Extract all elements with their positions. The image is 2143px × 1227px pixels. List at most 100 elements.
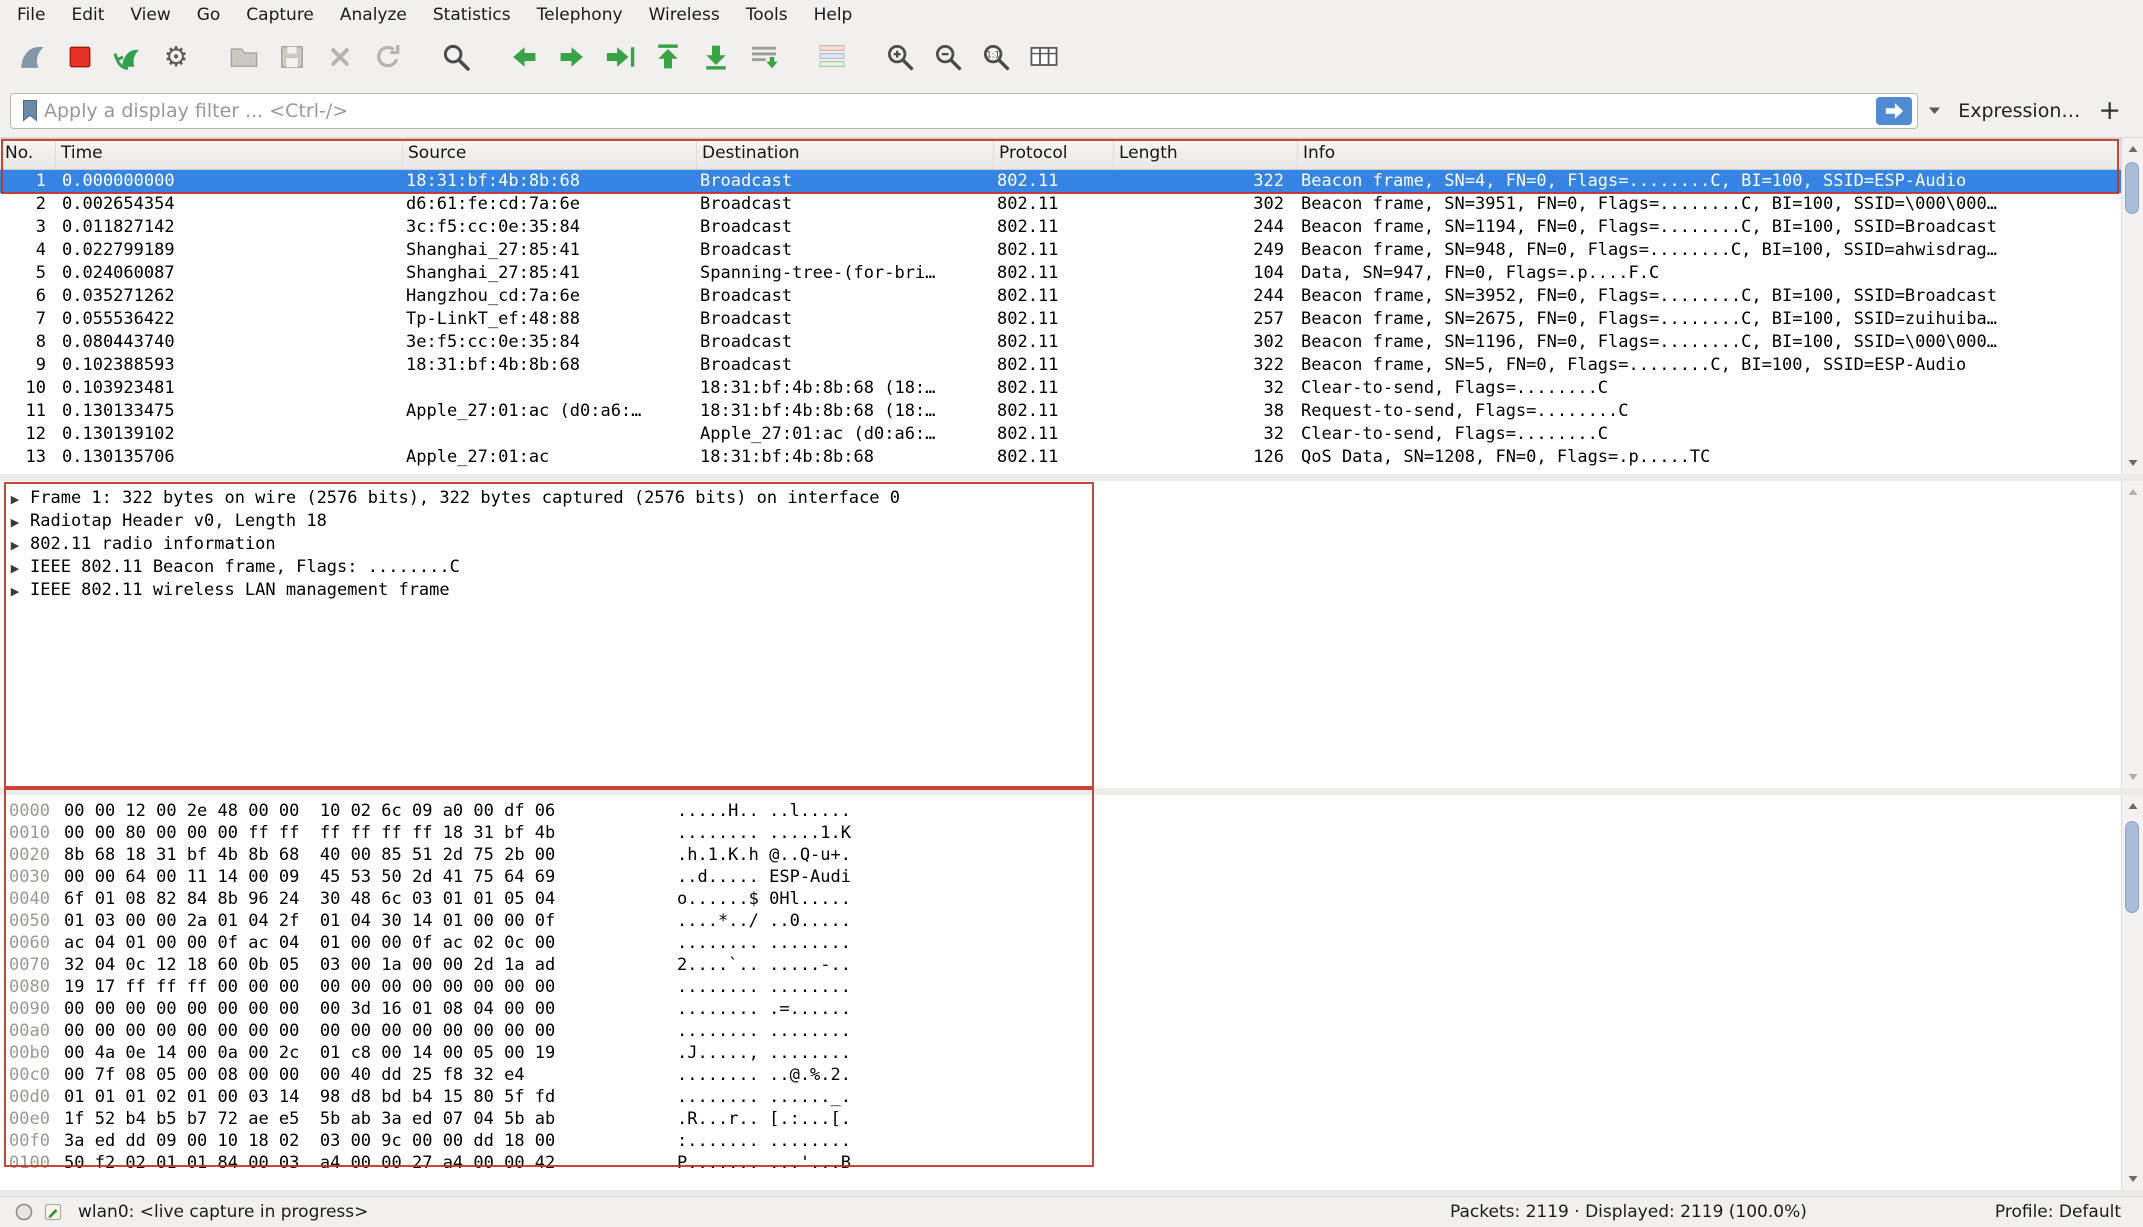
- menu-tools[interactable]: Tools: [733, 0, 801, 30]
- packet-row-selected[interactable]: 10.00000000018:31:bf:4b:8b:68Broadcast80…: [0, 170, 2121, 193]
- scrollbar-thumb[interactable]: [2125, 162, 2139, 214]
- cell-protocol: 802.11: [994, 216, 1114, 239]
- scrollbar-thumb[interactable]: [2125, 821, 2139, 913]
- hex-row[interactable]: 00b000 4a 0e 14 00 0a 00 2c 01 c8 00 14 …: [0, 1042, 2121, 1064]
- zoom-out-button[interactable]: [924, 35, 972, 79]
- filter-apply-button[interactable]: [1876, 97, 1912, 125]
- packet-row[interactable]: 100.10392348118:31:bf:4b:8b:68 (18:…802.…: [0, 377, 2121, 400]
- scroll-down-icon[interactable]: [2122, 454, 2143, 472]
- scroll-down-icon[interactable]: [2122, 768, 2143, 786]
- hex-row[interactable]: 009000 00 00 00 00 00 00 00 00 3d 16 01 …: [0, 998, 2121, 1020]
- packet-row[interactable]: 110.130133475Apple_27:01:ac (d0:a6:…18:3…: [0, 400, 2121, 423]
- scroll-up-icon[interactable]: [2122, 797, 2143, 815]
- hex-row[interactable]: 00c000 7f 08 05 00 08 00 00 00 40 dd 25 …: [0, 1064, 2121, 1086]
- detail-tree-row[interactable]: IEEE 802.11 Beacon frame, Flags: .......…: [0, 556, 2121, 579]
- filter-bookmark-icon[interactable]: [20, 98, 40, 124]
- packet-row[interactable]: 30.0118271423c:f5:cc:0e:35:84Broadcast80…: [0, 216, 2121, 239]
- packet-row[interactable]: 20.002654354d6:61:fe:cd:7a:6eBroadcast80…: [0, 193, 2121, 216]
- column-header-protocol[interactable]: Protocol: [994, 139, 1114, 169]
- reload-icon: [372, 41, 404, 73]
- detail-tree-row[interactable]: 802.11 radio information: [0, 533, 2121, 556]
- go-to-packet-button[interactable]: [596, 35, 644, 79]
- hex-row[interactable]: 00406f 01 08 82 84 8b 96 24 30 48 6c 03 …: [0, 888, 2121, 910]
- filter-add-button[interactable]: +: [2098, 97, 2121, 124]
- expander-icon[interactable]: [6, 510, 24, 534]
- scroll-up-icon[interactable]: [2122, 483, 2143, 501]
- scroll-down-icon[interactable]: [2122, 1170, 2143, 1188]
- zoom-original-button[interactable]: 1:1: [972, 35, 1020, 79]
- folder-icon: [228, 41, 260, 73]
- menu-telephony[interactable]: Telephony: [524, 0, 636, 30]
- expander-icon[interactable]: [6, 487, 24, 511]
- expression-button[interactable]: Expression…: [1958, 100, 2080, 122]
- go-forward-button[interactable]: [548, 35, 596, 79]
- column-header-no[interactable]: No.: [0, 139, 56, 169]
- colorize-button[interactable]: [808, 35, 856, 79]
- capture-stop-button[interactable]: [56, 35, 104, 79]
- menu-statistics[interactable]: Statistics: [420, 0, 524, 30]
- hex-row[interactable]: 00a000 00 00 00 00 00 00 00 00 00 00 00 …: [0, 1020, 2121, 1042]
- find-packet-button[interactable]: [432, 35, 480, 79]
- hex-row[interactable]: 00d001 01 01 02 01 00 03 14 98 d8 bd b4 …: [0, 1086, 2121, 1108]
- hex-row[interactable]: 00f03a ed dd 09 00 10 18 02 03 00 9c 00 …: [0, 1130, 2121, 1152]
- column-header-source[interactable]: Source: [403, 139, 697, 169]
- hex-row[interactable]: 001000 00 80 00 00 00 ff ff ff ff ff ff …: [0, 822, 2121, 844]
- auto-scroll-button[interactable]: [740, 35, 788, 79]
- packet-row[interactable]: 130.130135706Apple_27:01:ac18:31:bf:4b:8…: [0, 446, 2121, 469]
- packet-row[interactable]: 80.0804437403e:f5:cc:0e:35:84Broadcast80…: [0, 331, 2121, 354]
- zoom-original-icon: 1:1: [980, 41, 1012, 73]
- pane-splitter-top[interactable]: ····: [0, 474, 2143, 481]
- hex-row[interactable]: 008019 17 ff ff ff 00 00 00 00 00 00 00 …: [0, 976, 2121, 998]
- detail-tree-row[interactable]: IEEE 802.11 wireless LAN management fram…: [0, 579, 2121, 602]
- menu-view[interactable]: View: [117, 0, 183, 30]
- packet-row[interactable]: 60.035271262Hangzhou_cd:7a:6eBroadcast80…: [0, 285, 2121, 308]
- packet-row[interactable]: 90.10238859318:31:bf:4b:8b:68Broadcast80…: [0, 354, 2121, 377]
- menu-edit[interactable]: Edit: [58, 0, 117, 30]
- details-scrollbar[interactable]: [2121, 481, 2143, 788]
- packet-row[interactable]: 70.055536422Tp-LinkT_ef:48:88Broadcast80…: [0, 308, 2121, 331]
- go-first-packet-button[interactable]: [644, 35, 692, 79]
- column-header-length[interactable]: Length: [1114, 139, 1298, 169]
- hex-row[interactable]: 0060ac 04 01 00 00 0f ac 04 01 00 00 0f …: [0, 932, 2121, 954]
- detail-tree-row[interactable]: Radiotap Header v0, Length 18: [0, 510, 2121, 533]
- expander-icon[interactable]: [6, 556, 24, 580]
- column-header-info[interactable]: Info: [1298, 139, 2121, 169]
- packet-list-scrollbar[interactable]: [2121, 138, 2143, 474]
- hex-row[interactable]: 003000 00 64 00 11 14 00 09 45 53 50 2d …: [0, 866, 2121, 888]
- menu-help[interactable]: Help: [801, 0, 866, 30]
- resize-columns-button[interactable]: [1020, 35, 1068, 79]
- menu-wireless[interactable]: Wireless: [636, 0, 733, 30]
- profile-text[interactable]: Profile: Default: [1995, 1202, 2121, 1222]
- hex-row[interactable]: 00e01f 52 b4 b5 b7 72 ae e5 5b ab 3a ed …: [0, 1108, 2121, 1130]
- expert-info-icon[interactable]: [14, 1202, 34, 1222]
- pane-splitter-bottom[interactable]: ····: [0, 788, 2143, 795]
- hex-row[interactable]: 007032 04 0c 12 18 60 0b 05 03 00 1a 00 …: [0, 954, 2121, 976]
- display-filter-input[interactable]: Apply a display filter ... <Ctrl-/>: [10, 93, 1918, 129]
- packet-row[interactable]: 50.024060087Shanghai_27:85:41Spanning-tr…: [0, 262, 2121, 285]
- filter-dropdown-icon[interactable]: [1918, 106, 1950, 115]
- menu-file[interactable]: File: [4, 0, 58, 30]
- menu-go[interactable]: Go: [184, 0, 234, 30]
- scroll-up-icon[interactable]: [2122, 140, 2143, 158]
- detail-tree-row[interactable]: Frame 1: 322 bytes on wire (2576 bits), …: [0, 487, 2121, 510]
- go-last-packet-button[interactable]: [692, 35, 740, 79]
- packet-row[interactable]: 120.130139102Apple_27:01:ac (d0:a6:…802.…: [0, 423, 2121, 446]
- hex-row[interactable]: 00208b 68 18 31 bf 4b 8b 68 40 00 85 51 …: [0, 844, 2121, 866]
- hex-row[interactable]: 005001 03 00 00 2a 01 04 2f 01 04 30 14 …: [0, 910, 2121, 932]
- hex-row[interactable]: 010050 f2 02 01 01 84 00 03 a4 00 00 27 …: [0, 1152, 2121, 1174]
- expander-icon[interactable]: [6, 579, 24, 603]
- bytes-scrollbar[interactable]: [2121, 795, 2143, 1190]
- capture-comment-icon[interactable]: [43, 1202, 63, 1222]
- capture-restart-button[interactable]: [104, 35, 152, 79]
- menu-analyze[interactable]: Analyze: [327, 0, 420, 30]
- go-back-button[interactable]: [500, 35, 548, 79]
- menu-capture[interactable]: Capture: [233, 0, 327, 30]
- zoom-in-button[interactable]: [876, 35, 924, 79]
- cell-length: 32: [1114, 377, 1298, 400]
- column-header-time[interactable]: Time: [56, 139, 403, 169]
- hex-row[interactable]: 000000 00 12 00 2e 48 00 00 10 02 6c 09 …: [0, 800, 2121, 822]
- expander-icon[interactable]: [6, 533, 24, 557]
- column-header-destination[interactable]: Destination: [697, 139, 994, 169]
- capture-options-button[interactable]: ⚙: [152, 35, 200, 79]
- packet-row[interactable]: 40.022799189Shanghai_27:85:41Broadcast80…: [0, 239, 2121, 262]
